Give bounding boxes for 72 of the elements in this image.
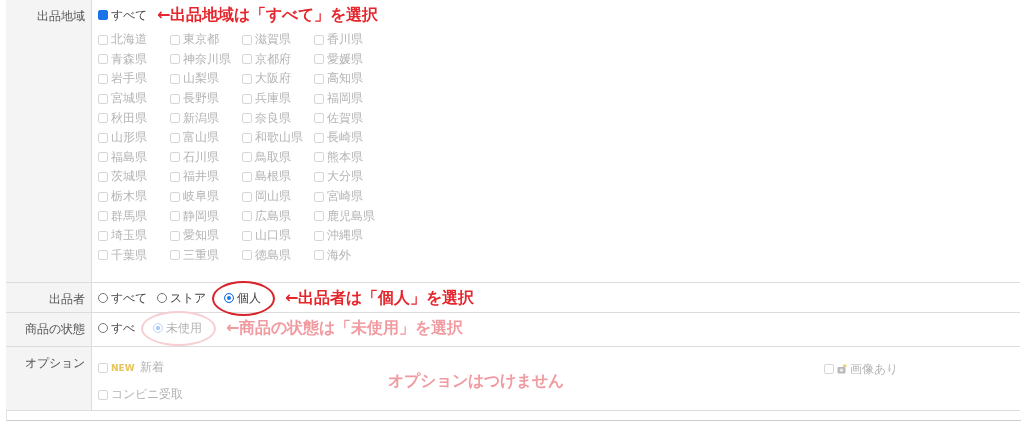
option-label: 福島県 bbox=[111, 148, 147, 166]
option-label: 大分県 bbox=[327, 168, 363, 186]
option-label: 石川県 bbox=[183, 148, 219, 166]
option-label: 福井県 bbox=[183, 168, 219, 186]
option-label: 高知県 bbox=[327, 70, 363, 88]
option-label: 新着 bbox=[139, 359, 164, 376]
option-label: 長野県 bbox=[183, 90, 219, 108]
option-label: 奈良県 bbox=[255, 109, 291, 127]
option-label: 大阪府 bbox=[255, 70, 291, 88]
option-label: 福岡県 bbox=[327, 90, 363, 108]
option-label: 宮崎県 bbox=[327, 188, 363, 206]
option-label: 愛媛県 bbox=[327, 50, 363, 68]
option-label: 個人 bbox=[237, 289, 261, 307]
option-label: 熊本県 bbox=[327, 148, 363, 166]
option-label: 徳島県 bbox=[255, 246, 291, 264]
annotation-text: ←出品地域は「すべて」を選択 bbox=[157, 4, 379, 26]
radio-button[interactable] bbox=[224, 293, 234, 303]
field-label: 出品者 bbox=[6, 283, 92, 312]
option-label: 群馬県 bbox=[111, 207, 147, 225]
option-label: 岩手県 bbox=[111, 70, 147, 88]
option-label: 海外 bbox=[327, 246, 351, 264]
field-label: 商品の状態 bbox=[6, 313, 92, 346]
option-label: 鹿児島県 bbox=[327, 207, 375, 225]
option-label: 三重県 bbox=[183, 246, 219, 264]
option-label: 富山県 bbox=[183, 129, 219, 147]
option-label: 山形県 bbox=[111, 129, 147, 147]
option-label: コンビニ受取 bbox=[111, 386, 183, 403]
option-label: 東京都 bbox=[183, 31, 219, 49]
annotation-text: ←出品者は「個人」を選択 bbox=[285, 287, 475, 309]
option-label: 宮城県 bbox=[111, 90, 147, 108]
option-label: 岡山県 bbox=[255, 188, 291, 206]
checkbox[interactable] bbox=[98, 10, 108, 20]
option-label: 栃木県 bbox=[111, 188, 147, 206]
option-label: 兵庫県 bbox=[255, 90, 291, 108]
option-label: 埼玉県 bbox=[111, 227, 147, 245]
option-label: 静岡県 bbox=[183, 207, 219, 225]
option-label: 佐賀県 bbox=[327, 109, 363, 127]
option-label: すべて bbox=[111, 6, 147, 24]
option-label: 未使用 bbox=[166, 319, 202, 337]
option-label: ストア bbox=[170, 289, 206, 307]
option-label: 神奈川県 bbox=[183, 50, 231, 68]
option-label: 山梨県 bbox=[183, 70, 219, 88]
annotation-text: ←商品の状態は「未使用」を選択 bbox=[226, 317, 464, 339]
option-label: 広島県 bbox=[255, 207, 291, 225]
field-label: オプション bbox=[6, 347, 92, 410]
option-label: 京都府 bbox=[255, 50, 291, 68]
option-label: 和歌山県 bbox=[255, 129, 303, 147]
option-label: すべ bbox=[111, 319, 135, 337]
option-label: 香川県 bbox=[327, 31, 363, 49]
new-label: NEW bbox=[111, 362, 135, 373]
radio-button[interactable] bbox=[98, 323, 108, 333]
option-label: 茨城県 bbox=[111, 168, 147, 186]
option-label: 秋田県 bbox=[111, 109, 147, 127]
option-label: 沖縄県 bbox=[327, 227, 363, 245]
option-label: 画像あり bbox=[850, 360, 898, 378]
option-label: 岐阜県 bbox=[183, 188, 219, 206]
option-label: 新潟県 bbox=[183, 109, 219, 127]
annotation-text: オプションはつけません bbox=[388, 371, 564, 390]
option-label: 北海道 bbox=[111, 31, 147, 49]
option-label: 山口県 bbox=[255, 227, 291, 245]
option-label: 島根県 bbox=[255, 168, 291, 186]
radio-button[interactable] bbox=[157, 293, 167, 303]
option-label: 青森県 bbox=[111, 50, 147, 68]
field-label: 出品地域 bbox=[6, 0, 92, 282]
option-label: すべて bbox=[111, 289, 147, 307]
option-label: 千葉県 bbox=[111, 246, 147, 264]
option-label: 鳥取県 bbox=[255, 148, 291, 166]
option-label: 滋賀県 bbox=[255, 31, 291, 49]
camera-icon bbox=[837, 364, 847, 374]
option-label: 長崎県 bbox=[327, 129, 363, 147]
option-label: 愛知県 bbox=[183, 227, 219, 245]
radio-button[interactable] bbox=[98, 293, 108, 303]
